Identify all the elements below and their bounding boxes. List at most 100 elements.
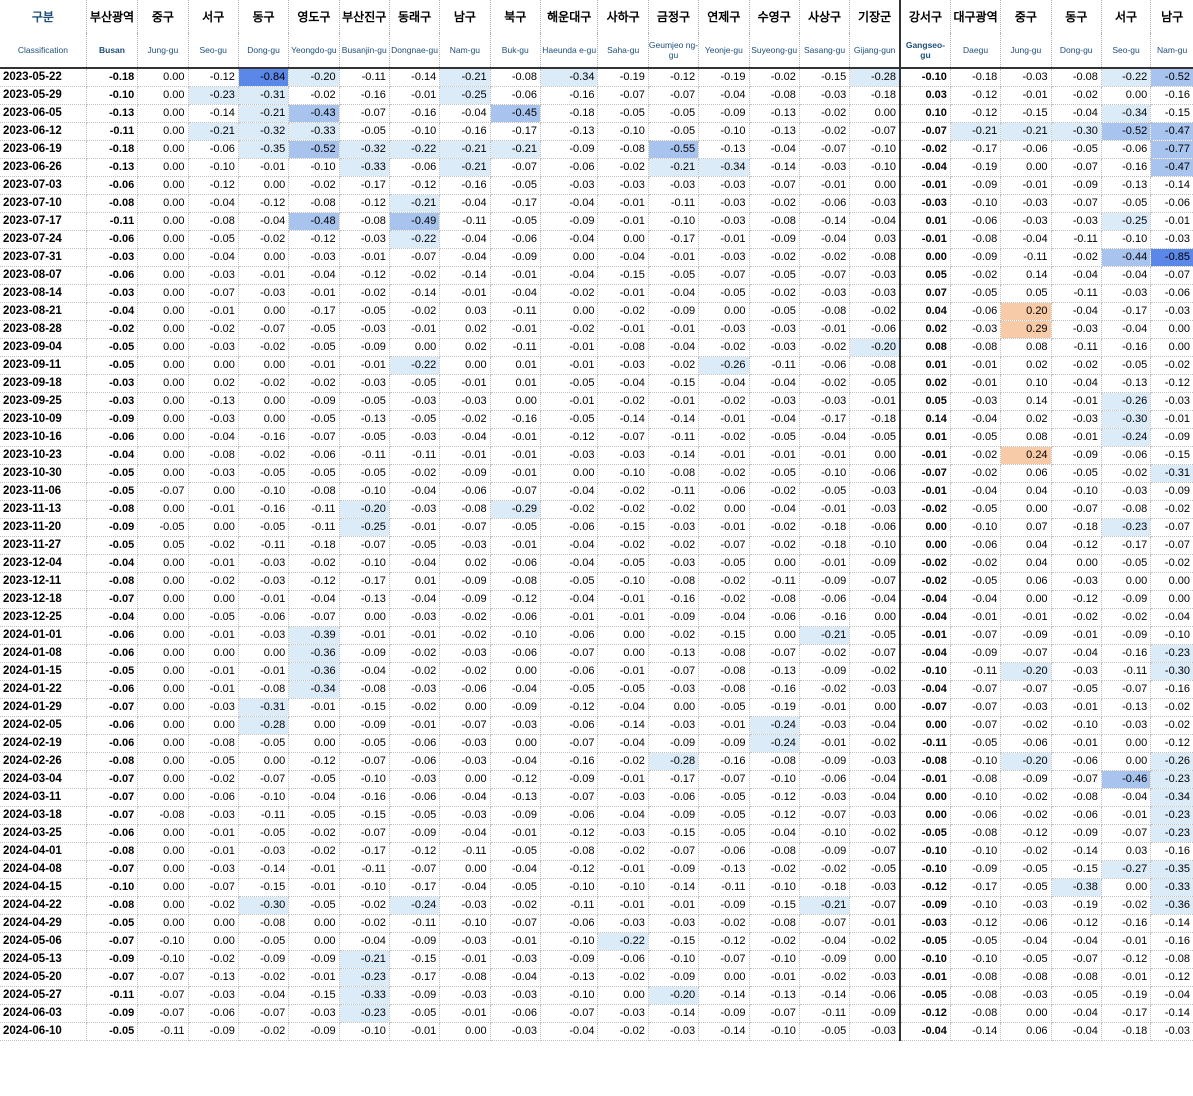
table-cell: -0.09 <box>799 842 851 861</box>
row-date: 2023-06-19 <box>0 140 87 159</box>
table-cell: -0.08 <box>86 572 139 591</box>
table-cell: -0.01 <box>1051 428 1102 447</box>
table-cell: 0.00 <box>597 986 649 1005</box>
table-cell: -0.02 <box>1150 716 1193 735</box>
table-cell: -0.04 <box>540 266 599 285</box>
table-cell: -0.10 <box>849 140 901 159</box>
table-cell: -0.01 <box>799 176 851 195</box>
table-cell: -0.01 <box>1051 626 1102 645</box>
table-cell: -0.07 <box>86 860 139 879</box>
table-cell: -0.06 <box>540 518 599 537</box>
table-cell: -0.01 <box>439 374 491 393</box>
table-cell: -0.05 <box>749 266 800 285</box>
table-cell: -0.12 <box>288 752 340 771</box>
table-cell: -0.09 <box>799 662 851 681</box>
table-cell: -0.01 <box>540 608 599 627</box>
table-cell: -0.12 <box>540 824 599 843</box>
table-cell: -0.16 <box>540 752 599 771</box>
table-cell: -0.10 <box>950 752 1002 771</box>
table-cell: -0.11 <box>749 572 800 591</box>
table-cell: -0.02 <box>288 374 340 393</box>
table-cell: 0.00 <box>238 248 290 267</box>
table-cell: -0.15 <box>597 518 649 537</box>
table-cell: -0.08 <box>339 212 390 231</box>
table-cell: -0.16 <box>1150 842 1193 861</box>
table-cell: 0.00 <box>137 644 189 663</box>
table-cell: -0.06 <box>749 608 800 627</box>
table-cell: -0.15 <box>1051 860 1102 879</box>
table-cell: -0.11 <box>749 356 800 375</box>
table-cell: -0.01 <box>597 590 649 609</box>
table-cell: -0.11 <box>648 428 700 447</box>
header-english-15: Sasang-gu <box>799 33 851 69</box>
table-cell: 0.05 <box>899 266 951 285</box>
table-cell: 0.00 <box>1101 734 1152 753</box>
table-row: 2024-01-22 -0.06 0.00 -0.01 -0.08 -0.34 -0.08-… <box>0 680 1193 699</box>
table-cell: -0.01 <box>490 446 541 465</box>
table-cell: -0.05 <box>1101 194 1152 213</box>
table-row: 2024-03-25 -0.06 0.00 -0.01 -0.05 -0.02 -0.07-… <box>0 824 1193 843</box>
table-cell: -0.01 <box>648 896 700 915</box>
table-cell: -0.02 <box>540 320 599 339</box>
table-cell: -0.02 <box>749 194 800 213</box>
table-cell: -0.12 <box>749 806 800 825</box>
row-date: 2023-09-04 <box>0 338 87 357</box>
table-cell: -0.06 <box>849 986 901 1005</box>
table-cell: -0.04 <box>899 644 951 663</box>
table-cell: -0.15 <box>648 932 700 951</box>
table-cell: -0.02 <box>799 644 851 663</box>
row-date: 2024-04-29 <box>0 914 87 933</box>
table-cell: -0.03 <box>849 680 901 699</box>
table-cell: -0.05 <box>288 806 340 825</box>
table-cell: -0.06 <box>86 230 139 249</box>
table-cell: -0.20 <box>648 986 700 1005</box>
table-cell: -0.03 <box>439 392 491 411</box>
table-cell: -0.06 <box>597 950 649 969</box>
table-cell: -0.01 <box>288 284 340 303</box>
table-cell: -0.30 <box>1101 410 1152 429</box>
header-korean-14: 수영구 <box>749 0 800 33</box>
header-korean-12: 금정구 <box>648 0 700 33</box>
header-korean-8: 남구 <box>439 0 491 33</box>
table-cell: -0.34 <box>1150 788 1193 807</box>
table-cell: -0.05 <box>288 338 340 357</box>
table-cell: -0.03 <box>238 626 290 645</box>
table-cell: -0.05 <box>698 698 750 717</box>
table-cell: 0.02 <box>439 338 491 357</box>
table-cell: -0.04 <box>490 680 541 699</box>
table-cell: -0.05 <box>749 302 800 321</box>
table-cell: 0.00 <box>849 176 901 195</box>
table-cell: -0.03 <box>1051 410 1102 429</box>
table-cell: -0.03 <box>597 1004 649 1023</box>
table-cell: -0.07 <box>86 770 139 789</box>
table-cell: -0.07 <box>188 878 239 897</box>
table-cell: -0.03 <box>389 770 441 789</box>
table-cell: 0.00 <box>288 914 340 933</box>
table-cell: -0.01 <box>648 320 700 339</box>
table-cell: -0.05 <box>1051 986 1102 1005</box>
table-cell: 0.00 <box>137 158 189 177</box>
table-cell: 0.04 <box>1000 554 1052 573</box>
table-cell: -0.15 <box>1000 104 1052 123</box>
table-cell: -0.07 <box>137 1004 189 1023</box>
table-cell: -0.01 <box>698 518 750 537</box>
table-cell: 0.00 <box>597 644 649 663</box>
table-cell: -0.05 <box>389 410 441 429</box>
table-cell: -0.04 <box>439 248 491 267</box>
table-cell: -0.04 <box>1051 1022 1102 1041</box>
table-cell: -0.01 <box>188 842 239 861</box>
table-cell: -0.03 <box>849 806 901 825</box>
table-cell: -0.11 <box>899 734 951 753</box>
table-row: 2023-12-25 -0.04 0.00 -0.05 -0.06 -0.07 0.00 -0… <box>0 608 1193 627</box>
table-cell: -0.09 <box>1051 446 1102 465</box>
table-cell: -0.07 <box>1150 518 1193 537</box>
table-row: 2024-04-01 -0.08 0.00 -0.01 -0.03 -0.02 -0.17-… <box>0 842 1193 861</box>
table-cell: -0.03 <box>749 392 800 411</box>
table-cell: -0.01 <box>238 158 290 177</box>
header-korean-10: 해운대구 <box>540 0 599 33</box>
table-cell: -0.03 <box>188 266 239 285</box>
table-cell: -0.03 <box>490 1022 541 1041</box>
table-cell: -0.04 <box>439 788 491 807</box>
table-cell: -0.03 <box>238 842 290 861</box>
table-cell: -0.05 <box>490 518 541 537</box>
